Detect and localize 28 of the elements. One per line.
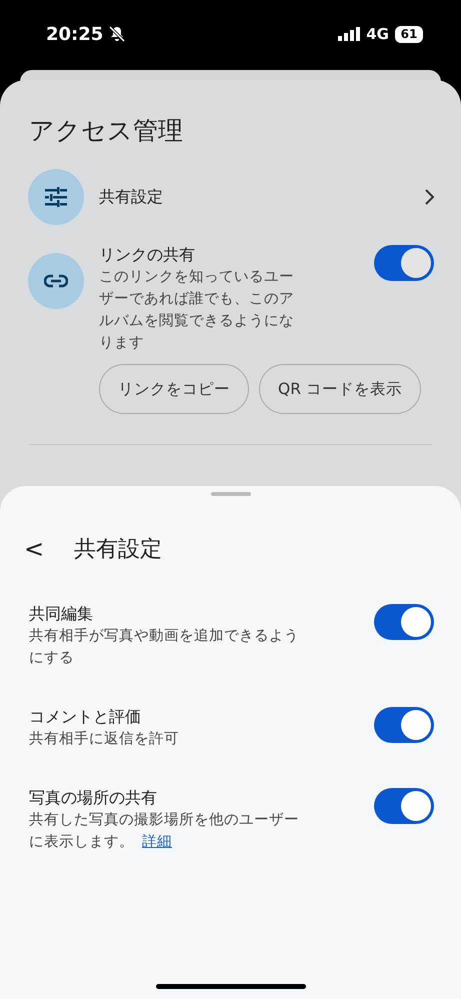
setting-description: 共有した写真の撮影場所を他のユーザーに表示します。 詳細 — [29, 811, 300, 852]
drag-handle[interactable] — [210, 492, 250, 496]
panel-title: アクセス管理 — [29, 115, 184, 147]
action-button[interactable]: QR コードを表示 — [259, 364, 421, 414]
toggle-switch[interactable] — [374, 788, 434, 824]
item-label[interactable]: 共有設定 — [99, 186, 409, 208]
signal-icon — [338, 27, 360, 41]
battery-level: 61 — [395, 26, 423, 42]
clock-time: 20:25 — [46, 24, 104, 44]
muted-bell-icon — [109, 26, 126, 42]
chevron-right-icon[interactable] — [424, 189, 434, 205]
network-type: 4G — [366, 25, 389, 43]
setting-label: コメントと評価 — [29, 707, 142, 728]
toggle-switch[interactable] — [374, 707, 434, 743]
link-icon — [44, 274, 68, 288]
setting-description: 共有相手が写真や動画を追加できるようにする — [29, 626, 300, 668]
setting-description: 共有相手に返信を許可 — [29, 730, 180, 749]
toggle-switch[interactable] — [374, 604, 434, 640]
item-label: リンクの共有 — [99, 245, 196, 266]
setting-label: 共同編集 — [29, 604, 94, 625]
action-button[interactable]: リンクをコピー — [99, 364, 249, 414]
details-link[interactable]: 詳細 — [142, 834, 172, 850]
sliders-icon — [45, 187, 67, 207]
setting-label: 写真の場所の共有 — [29, 788, 158, 809]
back-button[interactable]: < — [24, 535, 44, 563]
sheet-title: 共有設定 — [74, 536, 162, 564]
toggle-switch[interactable] — [374, 245, 434, 281]
item-description: このリンクを知っているユーザーであれば誰でも、このアルバムを閲覧できるようになります — [99, 268, 295, 353]
